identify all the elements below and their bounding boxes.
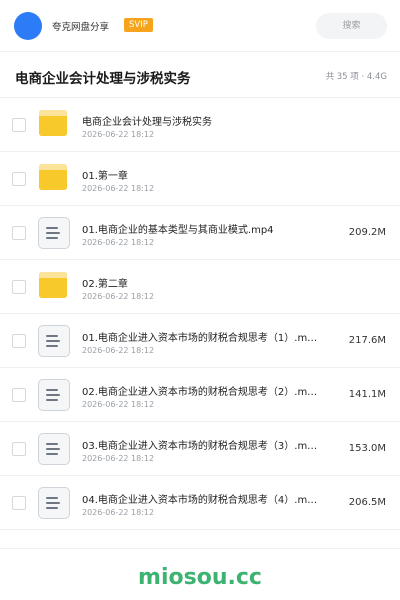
file-name[interactable]: 01.电商企业进入资本市场的财税合规思考（1）.m… <box>82 329 342 344</box>
file-row[interactable]: 02.电商企业进入资本市场的财税合规思考（2）.m… 2026-06-22 18:… <box>0 368 400 422</box>
avatar[interactable] <box>14 12 42 40</box>
file-name[interactable]: 04.电商企业进入资本市场的财税合规思考（4）.m… <box>82 491 342 506</box>
file-name[interactable]: 01.第一章 <box>82 167 342 182</box>
file-list: 电商企业会计处理与涉税实务 2026-06-22 18:12 01.第一章 2026-… <box>0 98 400 530</box>
file-row[interactable]: 04.电商企业进入资本市场的财税合规思考（4）.m… 2026-06-22 18:… <box>0 476 400 530</box>
item-summary: 共 35 项 · 4.4G <box>325 72 387 82</box>
select-checkbox[interactable] <box>12 442 26 456</box>
folder-icon <box>38 163 70 195</box>
file-size: 141.1M <box>348 389 386 400</box>
file-date: 2026-06-22 18:12 <box>82 508 155 517</box>
select-checkbox[interactable] <box>12 226 26 240</box>
file-name[interactable]: 03.电商企业进入资本市场的财税合规思考（3）.m… <box>82 437 342 452</box>
document-icon <box>38 433 70 465</box>
select-checkbox[interactable] <box>12 172 26 186</box>
folder-icon <box>38 271 70 303</box>
file-date: 2026-06-22 18:12 <box>82 130 155 139</box>
file-size: 209.2M <box>348 227 386 238</box>
file-row[interactable]: 01.第一章 2026-06-22 18:12 <box>0 152 400 206</box>
owner-name[interactable]: 夸克网盘分享 <box>52 19 109 33</box>
file-date: 2026-06-22 18:12 <box>82 292 155 301</box>
top-bar: 夸克网盘分享 SVIP 搜索 <box>0 0 400 52</box>
file-date: 2026-06-22 18:12 <box>82 238 155 247</box>
file-date: 2026-06-22 18:12 <box>82 346 155 355</box>
document-icon <box>38 487 70 519</box>
select-checkbox[interactable] <box>12 388 26 402</box>
search-button[interactable]: 搜索 <box>316 13 387 39</box>
file-row[interactable]: 01.电商企业进入资本市场的财税合规思考（1）.m… 2026-06-22 18:… <box>0 314 400 368</box>
select-checkbox[interactable] <box>12 496 26 510</box>
select-checkbox[interactable] <box>12 280 26 294</box>
folder-header: 电商企业会计处理与涉税实务 共 35 项 · 4.4G <box>0 52 400 98</box>
file-date: 2026-06-22 18:12 <box>82 184 155 193</box>
document-icon <box>38 325 70 357</box>
file-row[interactable]: 电商企业会计处理与涉税实务 2026-06-22 18:12 <box>0 98 400 152</box>
file-row[interactable]: 01.电商企业的基本类型与其商业模式.mp4 2026-06-22 18:12 20… <box>0 206 400 260</box>
file-size: 217.6M <box>348 335 386 346</box>
footer: miosou.cc <box>0 548 400 600</box>
page-title: 电商企业会计处理与涉税实务 <box>15 71 191 87</box>
file-row[interactable]: 03.电商企业进入资本市场的财税合规思考（3）.m… 2026-06-22 18:… <box>0 422 400 476</box>
file-name[interactable]: 02.电商企业进入资本市场的财税合规思考（2）.m… <box>82 383 342 398</box>
svip-badge: SVIP <box>124 18 153 32</box>
document-icon <box>38 379 70 411</box>
select-checkbox[interactable] <box>12 334 26 348</box>
file-name[interactable]: 01.电商企业的基本类型与其商业模式.mp4 <box>82 221 342 236</box>
file-name[interactable]: 02.第二章 <box>82 275 342 290</box>
document-icon <box>38 217 70 249</box>
select-checkbox[interactable] <box>12 118 26 132</box>
file-date: 2026-06-22 18:12 <box>82 454 155 463</box>
file-size: 206.5M <box>348 497 386 508</box>
watermark-logo: miosou.cc <box>138 565 262 590</box>
file-row[interactable]: 02.第二章 2026-06-22 18:12 <box>0 260 400 314</box>
file-name[interactable]: 电商企业会计处理与涉税实务 <box>82 113 342 128</box>
file-size: 153.0M <box>348 443 386 454</box>
folder-icon <box>38 109 70 141</box>
file-date: 2026-06-22 18:12 <box>82 400 155 409</box>
